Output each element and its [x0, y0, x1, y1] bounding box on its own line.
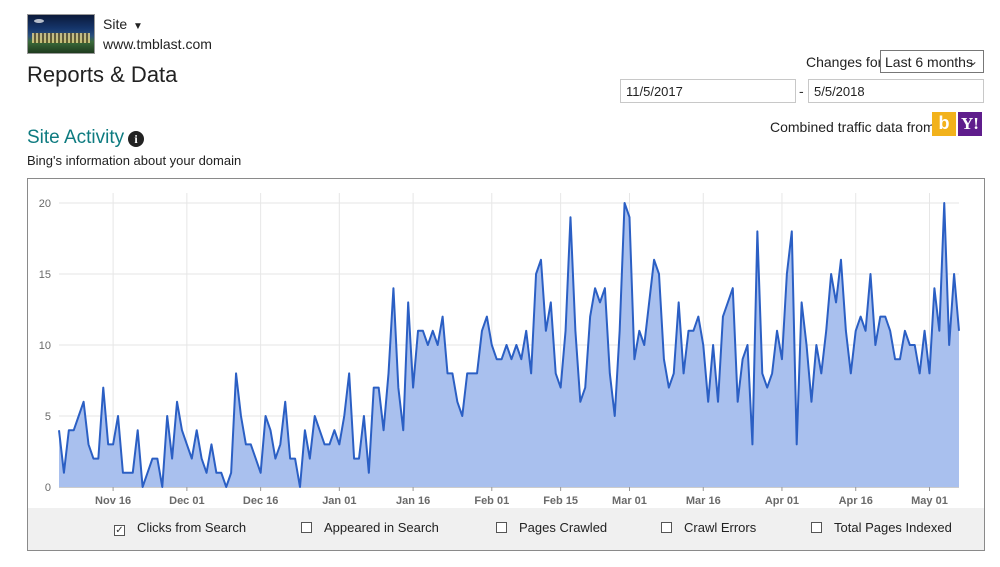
x-tick-label: Mar 01 [612, 495, 647, 507]
site-dropdown[interactable]: Site ▼ [103, 16, 143, 32]
page-title: Reports & Data [27, 62, 178, 87]
x-tick-label: May 01 [911, 495, 948, 507]
end-date-input[interactable]: 5/5/2018 [808, 79, 984, 103]
caret-down-icon: ▼ [133, 21, 143, 32]
site-activity-chart: 0 5 10 15 20 Nov 16 Dec 01 Dec 16 Jan 01 Jan 16 Fe… [27, 178, 985, 551]
date-range-dash: - [799, 83, 804, 99]
period-select-value: Last 6 months [885, 54, 973, 70]
x-tick-label: Dec 16 [243, 495, 278, 507]
x-tick-label: Dec 01 [169, 495, 204, 507]
legend-appeared-in-search[interactable]: Appeared in Search [301, 520, 439, 535]
x-tick-label: Feb 15 [543, 495, 578, 507]
section-subtitle: Bing's information about your domain [27, 153, 242, 168]
legend-crawl-errors[interactable]: Crawl Errors [661, 520, 756, 535]
checkbox-icon [811, 522, 822, 533]
legend-label: Total Pages Indexed [834, 520, 952, 535]
legend-total-pages-indexed[interactable]: Total Pages Indexed [811, 520, 952, 535]
y-tick-label: 10 [39, 340, 51, 352]
legend-label: Crawl Errors [684, 520, 757, 535]
x-tick-label: Jan 16 [396, 495, 430, 507]
y-tick-label: 15 [39, 269, 51, 281]
x-tick-label: Apr 16 [839, 495, 873, 507]
start-date-input[interactable]: 11/5/2017 [620, 79, 796, 103]
site-dropdown-label: Site [103, 16, 128, 32]
chevron-down-icon: ⌄ [967, 54, 978, 68]
y-tick-label: 0 [45, 482, 51, 494]
legend-label: Clicks from Search [137, 520, 247, 535]
thumbnail-cloud [34, 19, 44, 23]
y-tick-label: 5 [45, 411, 51, 423]
combined-traffic-label: Combined traffic data from [770, 119, 935, 135]
y-tick-label: 20 [39, 198, 51, 210]
yahoo-logo-icon: Y! [958, 112, 982, 136]
x-tick-label: Nov 16 [95, 495, 131, 507]
x-tick-label: Apr 01 [765, 495, 799, 507]
x-tick-label: Jan 01 [322, 495, 356, 507]
chart-legend: ✓ Clicks from Search Appeared in Search P… [28, 508, 984, 550]
x-tick-label: Mar 16 [686, 495, 721, 507]
bing-logo-icon: b [932, 112, 956, 136]
legend-pages-crawled[interactable]: Pages Crawled [496, 520, 607, 535]
section-title: Site Activity [27, 127, 125, 148]
site-url: www.tmblast.com [103, 36, 212, 52]
period-select[interactable]: Last 6 months ⌄ [880, 50, 984, 73]
checkbox-icon [496, 522, 507, 533]
legend-clicks-from-search[interactable]: ✓ Clicks from Search [114, 520, 246, 536]
checkbox-icon [661, 522, 672, 533]
changes-for-label: Changes for [806, 54, 883, 70]
chart-plot: 0 5 10 15 20 Nov 16 Dec 01 Dec 16 Jan 01 Jan 16 Fe… [39, 193, 960, 507]
legend-label: Pages Crawled [519, 520, 608, 535]
info-icon[interactable]: i [128, 131, 144, 147]
legend-label: Appeared in Search [324, 520, 439, 535]
x-tick-label: Feb 01 [474, 495, 509, 507]
checkbox-icon [301, 522, 312, 533]
checkbox-checked-icon: ✓ [114, 525, 125, 536]
thumbnail-city [32, 33, 90, 43]
site-thumbnail[interactable] [27, 14, 95, 54]
